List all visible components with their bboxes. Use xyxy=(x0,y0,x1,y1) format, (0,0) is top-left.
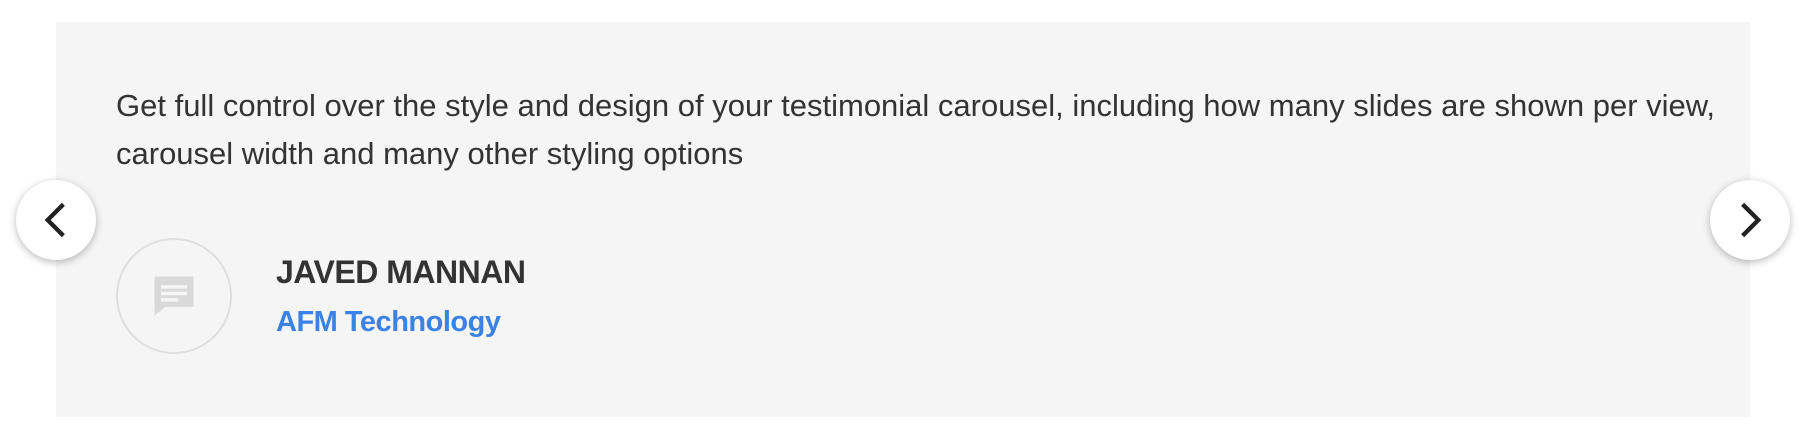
chevron-right-icon xyxy=(1741,202,1762,238)
chat-bubble-icon xyxy=(154,276,194,316)
author-name: JAVED MANNAN xyxy=(276,254,526,290)
author-avatar xyxy=(116,238,232,354)
author-company: AFM Technology xyxy=(276,306,501,338)
chevron-left-icon xyxy=(44,202,65,238)
previous-slide-button[interactable] xyxy=(16,180,96,260)
testimonial-carousel-widget: Get full control over the style and desi… xyxy=(0,0,1808,441)
next-slide-button[interactable] xyxy=(1710,180,1790,260)
testimonial-quote: Get full control over the style and desi… xyxy=(116,88,1716,171)
testimonial-slide: Get full control over the style and desi… xyxy=(56,22,1750,417)
